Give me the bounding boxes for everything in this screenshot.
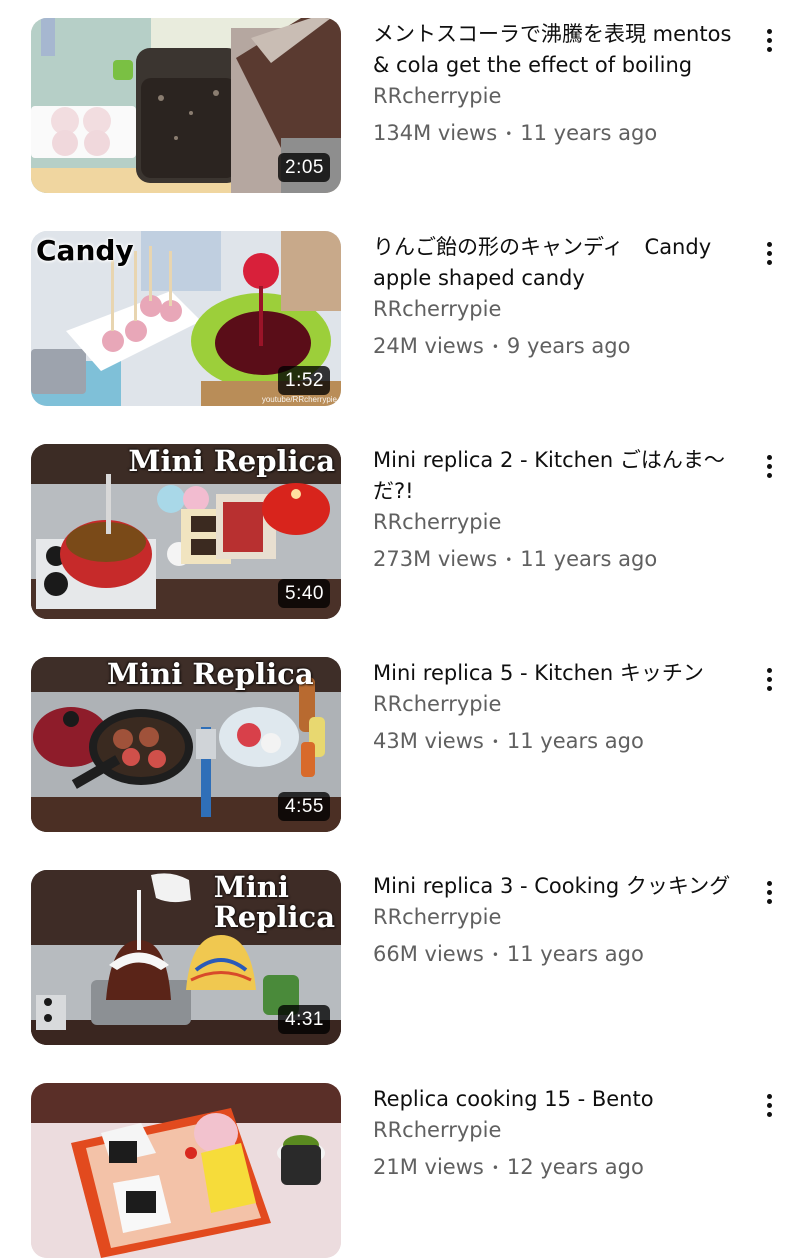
video-duration: 4:31 bbox=[278, 1005, 330, 1034]
view-count: 66M views bbox=[373, 942, 484, 966]
video-title[interactable]: Mini replica 3 - Cooking クッキング bbox=[373, 870, 753, 902]
video-meta: りんご飴の形のキャンディ Candy apple shaped candy RR… bbox=[373, 231, 753, 360]
more-vert-icon[interactable] bbox=[758, 1091, 782, 1121]
video-item[interactable]: 2:05 メントスコーラで沸騰を表現 mentos & cola get the… bbox=[0, 18, 803, 193]
more-vert-icon[interactable] bbox=[758, 665, 782, 695]
channel-name[interactable]: RRcherrypie bbox=[373, 507, 753, 538]
more-vert-icon[interactable] bbox=[758, 452, 782, 482]
upload-age: 11 years ago bbox=[506, 729, 644, 753]
video-duration: 2:05 bbox=[278, 153, 330, 182]
separator-dot: • bbox=[491, 948, 499, 962]
video-stats: 43M views • 11 years ago bbox=[373, 728, 753, 755]
upload-age: 9 years ago bbox=[506, 334, 631, 358]
separator-dot: • bbox=[505, 127, 513, 141]
upload-age: 11 years ago bbox=[520, 547, 658, 571]
video-title[interactable]: Replica cooking 15 - Bento bbox=[373, 1083, 753, 1115]
upload-age: 12 years ago bbox=[506, 1155, 644, 1179]
upload-age: 11 years ago bbox=[520, 121, 658, 145]
video-thumbnail[interactable]: Candy 1:52 youtube/RRcherrypie bbox=[31, 231, 341, 406]
video-item[interactable]: Candy 1:52 youtube/RRcherrypie りんご飴の形のキャ… bbox=[0, 231, 803, 406]
video-title[interactable]: Mini replica 5 - Kitchen キッチン bbox=[373, 657, 753, 689]
video-thumbnail[interactable]: Mini Replica 4:31 bbox=[31, 870, 341, 1045]
video-title[interactable]: りんご飴の形のキャンディ Candy apple shaped candy bbox=[373, 231, 753, 294]
video-item[interactable]: Mini Replica 5:40 Mini replica 2 - Kitch… bbox=[0, 444, 803, 619]
video-thumbnail[interactable]: Mini Replica 5:40 bbox=[31, 444, 341, 619]
thumbnail-overlay-text: Mini Replica bbox=[213, 870, 335, 934]
view-count: 273M views bbox=[373, 547, 498, 571]
video-item[interactable]: Mini Replica 4:31 Mini replica 3 - Cooki… bbox=[0, 870, 803, 1045]
video-stats: 134M views • 11 years ago bbox=[373, 120, 753, 147]
thumbnail-watermark: youtube/RRcherrypie bbox=[261, 395, 337, 404]
channel-name[interactable]: RRcherrypie bbox=[373, 689, 753, 720]
view-count: 43M views bbox=[373, 729, 484, 753]
video-item[interactable]: Mini Replica 4:55 Mini replica 5 - Kitch… bbox=[0, 657, 803, 832]
video-item[interactable]: Replica cooking 15 - Bento RRcherrypie 2… bbox=[0, 1083, 803, 1258]
separator-dot: • bbox=[491, 735, 499, 749]
video-duration: 5:40 bbox=[278, 579, 330, 608]
channel-name[interactable]: RRcherrypie bbox=[373, 1115, 753, 1146]
separator-dot: • bbox=[491, 1161, 499, 1175]
video-title[interactable]: Mini replica 2 - Kitchen ごはんま～だ?! bbox=[373, 444, 753, 507]
thumbnail-overlay-text: Candy bbox=[36, 234, 134, 267]
thumbnail-overlay-text: Mini Replica bbox=[128, 444, 335, 478]
video-duration: 4:55 bbox=[278, 792, 330, 821]
video-thumbnail[interactable]: Mini Replica 4:55 bbox=[31, 657, 341, 832]
video-meta: Replica cooking 15 - Bento RRcherrypie 2… bbox=[373, 1083, 753, 1181]
more-vert-icon[interactable] bbox=[758, 878, 782, 908]
video-meta: メントスコーラで沸騰を表現 mentos & cola get the effe… bbox=[373, 18, 753, 147]
channel-name[interactable]: RRcherrypie bbox=[373, 81, 753, 112]
video-thumbnail[interactable] bbox=[31, 1083, 341, 1258]
more-vert-icon[interactable] bbox=[758, 239, 782, 269]
separator-dot: • bbox=[505, 553, 513, 567]
video-stats: 21M views • 12 years ago bbox=[373, 1154, 753, 1181]
view-count: 134M views bbox=[373, 121, 498, 145]
channel-name[interactable]: RRcherrypie bbox=[373, 294, 753, 325]
separator-dot: • bbox=[491, 340, 499, 354]
video-duration: 1:52 bbox=[278, 366, 330, 395]
video-meta: Mini replica 5 - Kitchen キッチン RRcherrypi… bbox=[373, 657, 753, 755]
view-count: 21M views bbox=[373, 1155, 484, 1179]
more-vert-icon[interactable] bbox=[758, 26, 782, 56]
video-thumbnail[interactable]: 2:05 bbox=[31, 18, 341, 193]
view-count: 24M views bbox=[373, 334, 484, 358]
video-title[interactable]: メントスコーラで沸騰を表現 mentos & cola get the effe… bbox=[373, 18, 753, 81]
video-stats: 66M views • 11 years ago bbox=[373, 941, 753, 968]
video-meta: Mini replica 3 - Cooking クッキング RRcherryp… bbox=[373, 870, 753, 968]
thumbnail-image bbox=[31, 1083, 341, 1258]
channel-name[interactable]: RRcherrypie bbox=[373, 902, 753, 933]
video-meta: Mini replica 2 - Kitchen ごはんま～だ?! RRcher… bbox=[373, 444, 753, 573]
video-stats: 24M views • 9 years ago bbox=[373, 333, 753, 360]
upload-age: 11 years ago bbox=[506, 942, 644, 966]
thumbnail-overlay-text: Mini Replica bbox=[107, 657, 314, 691]
video-stats: 273M views • 11 years ago bbox=[373, 546, 753, 573]
